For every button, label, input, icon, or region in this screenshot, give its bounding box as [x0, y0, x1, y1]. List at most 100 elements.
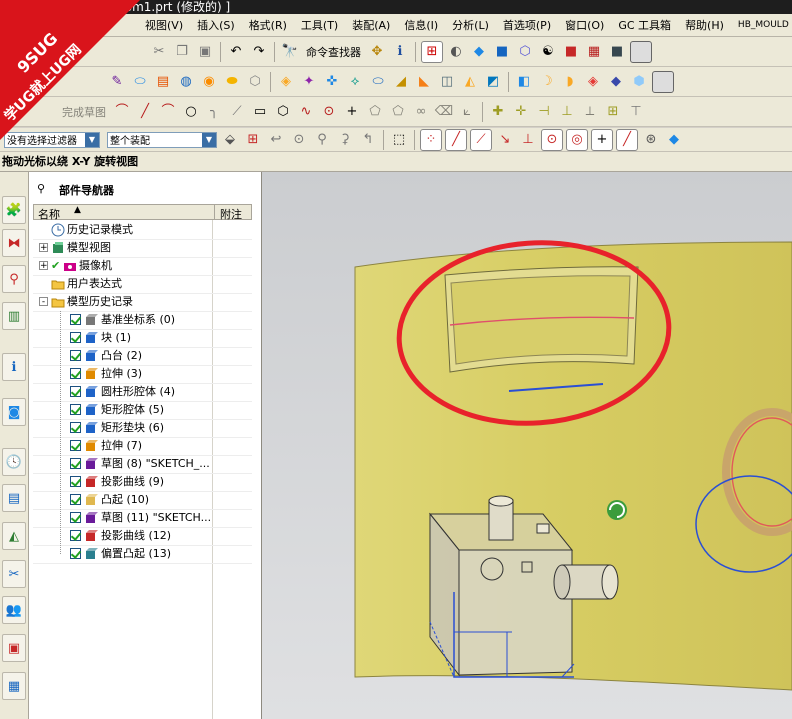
blend-icon[interactable]: ◢ — [391, 72, 411, 92]
hole-icon[interactable]: ◉ — [199, 72, 219, 92]
general-selection-icon[interactable]: ⬙ — [220, 130, 240, 150]
feature-row[interactable]: 草图 (11) "SKETCH... — [33, 509, 252, 528]
model-history-node[interactable]: - 模型历史记录 — [33, 293, 252, 312]
bounded-grid-icon[interactable]: ◆ — [664, 130, 684, 150]
existing-point-icon[interactable]: + — [591, 128, 613, 151]
boss-icon[interactable]: ⬬ — [222, 72, 242, 92]
menu-view[interactable]: 视图(V) — [138, 17, 190, 33]
history-icon[interactable]: ◙ — [2, 398, 26, 426]
feature-checkbox[interactable] — [70, 530, 81, 541]
system-materials-icon[interactable]: ▤ — [2, 484, 26, 512]
feature-row[interactable]: 块 (1) — [33, 329, 252, 348]
mirror-curve-icon[interactable]: ∞ — [411, 102, 431, 122]
menu-hb-mould[interactable]: HB_MOULD M6.3 — [731, 20, 792, 30]
feature-checkbox[interactable] — [70, 368, 81, 379]
polygon-icon[interactable]: ⬡ — [273, 102, 293, 122]
pin-icon[interactable]: ⚲ — [37, 182, 45, 195]
offset-face-icon[interactable]: ☽ — [537, 72, 557, 92]
menu-tools[interactable]: 工具(T) — [294, 17, 345, 33]
rectangular-pad[interactable] — [536, 523, 550, 534]
feature-checkbox[interactable] — [70, 458, 81, 469]
chamfer-icon[interactable]: ◣ — [414, 72, 434, 92]
feature-row[interactable]: 凸台 (2) — [33, 347, 252, 366]
feature-checkbox[interactable] — [70, 494, 81, 505]
feature-checkbox[interactable] — [70, 350, 81, 361]
mid-point-icon[interactable]: ⟋ — [470, 128, 492, 151]
feature-checkbox[interactable] — [70, 314, 81, 325]
pattern-curve-icon[interactable]: ⬠ — [388, 102, 408, 122]
menu-preferences[interactable]: 首选项(P) — [496, 17, 558, 33]
feature-checkbox[interactable] — [70, 422, 81, 433]
menu-format[interactable]: 格式(R) — [242, 17, 294, 33]
feature-checkbox[interactable] — [70, 548, 81, 559]
expand-icon[interactable]: + — [39, 243, 48, 253]
constraint-navigator-icon[interactable]: ⧓ — [2, 229, 26, 257]
quadrant-point-icon[interactable]: ◎ — [566, 128, 588, 151]
feature-checkbox[interactable] — [70, 512, 81, 523]
auto-constrain-icon[interactable]: ⊞ — [603, 102, 623, 122]
rectangle-select-icon[interactable]: ⬚ — [389, 130, 409, 150]
process-studio-icon[interactable]: ◭ — [2, 522, 26, 550]
dimension-icon[interactable]: ⟂ — [580, 102, 600, 122]
layer-cube-icon[interactable]: ▦ — [584, 42, 604, 62]
history-mode-node[interactable]: 历史记录模式 — [33, 221, 252, 240]
circle-icon[interactable]: ○ — [181, 102, 201, 122]
menu-window[interactable]: 窗口(O) — [558, 17, 611, 33]
user-expressions-node[interactable]: 用户表达式 — [33, 275, 252, 294]
intersection-icon[interactable]: ⌫ — [434, 102, 454, 122]
wireframe-cube-icon[interactable]: ⬡ — [515, 42, 535, 62]
feature-checkbox[interactable] — [70, 404, 81, 415]
expand-icon[interactable]: + — [39, 261, 48, 271]
point-on-curve-icon[interactable]: ╱ — [616, 128, 638, 151]
menu-insert[interactable]: 插入(S) — [190, 17, 242, 33]
graphics-window[interactable] — [262, 172, 792, 719]
arc-icon[interactable]: ⌒ — [158, 102, 178, 122]
studio-spline-icon[interactable]: ∿ — [296, 102, 316, 122]
assembly-navigator-icon[interactable]: 🧩 — [2, 196, 26, 224]
feature-row[interactable]: 草图 (8) "SKETCH_... — [33, 455, 252, 474]
feature-row[interactable]: 拉伸 (7) — [33, 437, 252, 456]
info-icon[interactable]: ℹ — [390, 42, 410, 62]
cameras-node[interactable]: + ✔ 摄像机 — [33, 257, 252, 276]
feature-row[interactable]: 投影曲线 (12) — [33, 527, 252, 546]
chamfer-sketch-icon[interactable]: ⟋ — [227, 102, 247, 122]
feature-row[interactable]: 基准坐标系 (0) — [33, 311, 252, 330]
command-finder-icon[interactable]: 🔭 — [280, 42, 300, 62]
unite-icon[interactable]: ⬭ — [368, 72, 388, 92]
column-name-header[interactable]: 名称 — [38, 206, 60, 222]
feature-row[interactable]: 偏置凸起 (13) — [33, 545, 252, 564]
face-rule-icon[interactable]: ⊙ — [289, 130, 309, 150]
stop-at-intersection-icon[interactable]: ↰ — [358, 130, 378, 150]
grey-box-icon[interactable] — [630, 40, 652, 63]
menu-assembly[interactable]: 装配(A) — [345, 17, 397, 33]
arc-center-icon[interactable]: ⊙ — [541, 128, 563, 151]
blue-cube-icon[interactable]: ■ — [492, 42, 512, 62]
model-view[interactable] — [262, 172, 792, 719]
roles-icon[interactable]: 👥 — [2, 596, 26, 624]
command-finder-button[interactable]: 命令查找器 — [303, 44, 364, 60]
end-point-icon[interactable]: ╱ — [445, 128, 467, 151]
clock-icon[interactable]: 🕓 — [2, 448, 26, 476]
make-corner-icon[interactable]: ⊣ — [534, 102, 554, 122]
draft-icon[interactable]: ◭ — [460, 72, 480, 92]
menu-help[interactable]: 帮助(H) — [678, 17, 731, 33]
intersection-point-icon[interactable]: ⊥ — [518, 130, 538, 150]
datum-plane-icon[interactable]: ⟡ — [345, 72, 365, 92]
paste-icon[interactable]: ▣ — [195, 42, 215, 62]
redo-icon[interactable]: ↷ — [249, 42, 269, 62]
collapse-icon[interactable]: - — [39, 297, 48, 307]
feature-row[interactable]: 拉伸 (3) — [33, 365, 252, 384]
feature-row[interactable]: 投影曲线 (9) — [33, 473, 252, 492]
internet-explorer-icon[interactable]: ℹ — [2, 353, 26, 381]
pocket-icon[interactable]: ⬡ — [245, 72, 265, 92]
fillet-icon[interactable]: ╮ — [204, 102, 224, 122]
sew-icon[interactable]: ◈ — [583, 72, 603, 92]
slot-icon[interactable]: ✦ — [299, 72, 319, 92]
dark-cube-icon[interactable]: ■ — [607, 42, 627, 62]
point-on-face-icon[interactable]: ⊛ — [641, 130, 661, 150]
grey-panel-icon[interactable] — [652, 70, 674, 93]
yin-yang-icon[interactable]: ☯ — [538, 42, 558, 62]
quick-trim-icon[interactable]: ✚ — [488, 102, 508, 122]
system-scene-icon[interactable]: ▣ — [2, 634, 26, 662]
shell-icon[interactable]: ◫ — [437, 72, 457, 92]
